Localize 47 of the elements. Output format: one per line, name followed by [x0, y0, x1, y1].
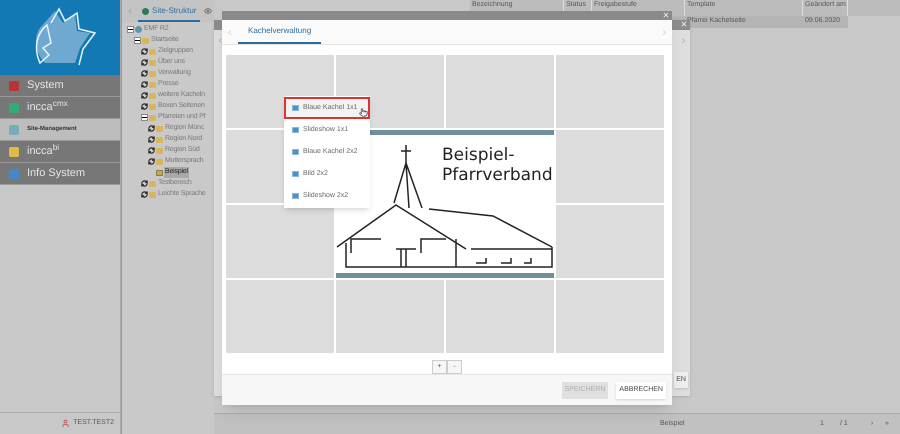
- hand-cursor-icon: [359, 108, 368, 118]
- empty-tile[interactable]: [336, 280, 444, 354]
- menu-item-icon: [9, 146, 19, 156]
- menu-item-icon: [9, 168, 19, 178]
- close-icon[interactable]: [662, 11, 670, 19]
- tile-icon: [292, 193, 299, 200]
- empty-tile[interactable]: [556, 130, 664, 204]
- menu-item[interactable]: incca$^{cmx}$: [0, 97, 120, 119]
- tile-icon: [292, 149, 299, 156]
- logo-text: Beispiel-: [442, 145, 516, 166]
- tile-icon: [292, 171, 299, 178]
- page-folder-icon: [156, 170, 163, 176]
- user-icon: [61, 419, 70, 428]
- reload-icon[interactable]: [141, 59, 148, 66]
- reload-icon[interactable]: [141, 81, 148, 88]
- logo-text: Pfarrverband: [442, 165, 553, 186]
- empty-tile[interactable]: [446, 55, 554, 128]
- collapse-icon[interactable]: [127, 26, 134, 33]
- empty-tile[interactable]: [556, 55, 664, 128]
- dialog-tab[interactable]: Kachelverwaltung: [238, 20, 322, 44]
- empty-tile[interactable]: [226, 280, 334, 354]
- menu-item[interactable]: System: [0, 75, 120, 97]
- empty-tile[interactable]: [556, 280, 664, 354]
- tile-icon: [292, 127, 299, 134]
- reload-icon[interactable]: [148, 147, 155, 154]
- menu-item-icon: [9, 80, 19, 90]
- menu-item[interactable]: incca$^{bi}$: [0, 141, 120, 163]
- collapse-icon[interactable]: [141, 114, 148, 121]
- menu-item[interactable]: Info System: [0, 163, 120, 185]
- reload-icon[interactable]: [148, 136, 155, 143]
- eye-icon[interactable]: [204, 7, 212, 15]
- collapse-icon[interactable]: [134, 37, 141, 44]
- reload-icon[interactable]: [141, 191, 148, 198]
- reload-icon[interactable]: [148, 158, 155, 165]
- close-icon[interactable]: [680, 20, 688, 28]
- reload-icon[interactable]: [141, 48, 148, 55]
- reload-icon[interactable]: [141, 92, 148, 99]
- reload-icon[interactable]: [148, 125, 155, 132]
- empty-tile[interactable]: [226, 205, 334, 278]
- menu-item-icon: [9, 102, 19, 112]
- reload-icon[interactable]: [141, 70, 148, 77]
- menu-item-icon: [9, 124, 19, 134]
- reload-icon[interactable]: [141, 103, 148, 110]
- empty-tile[interactable]: [556, 205, 664, 278]
- tile-icon: [292, 105, 299, 112]
- reload-icon[interactable]: [141, 180, 148, 187]
- empty-tile[interactable]: [446, 280, 554, 354]
